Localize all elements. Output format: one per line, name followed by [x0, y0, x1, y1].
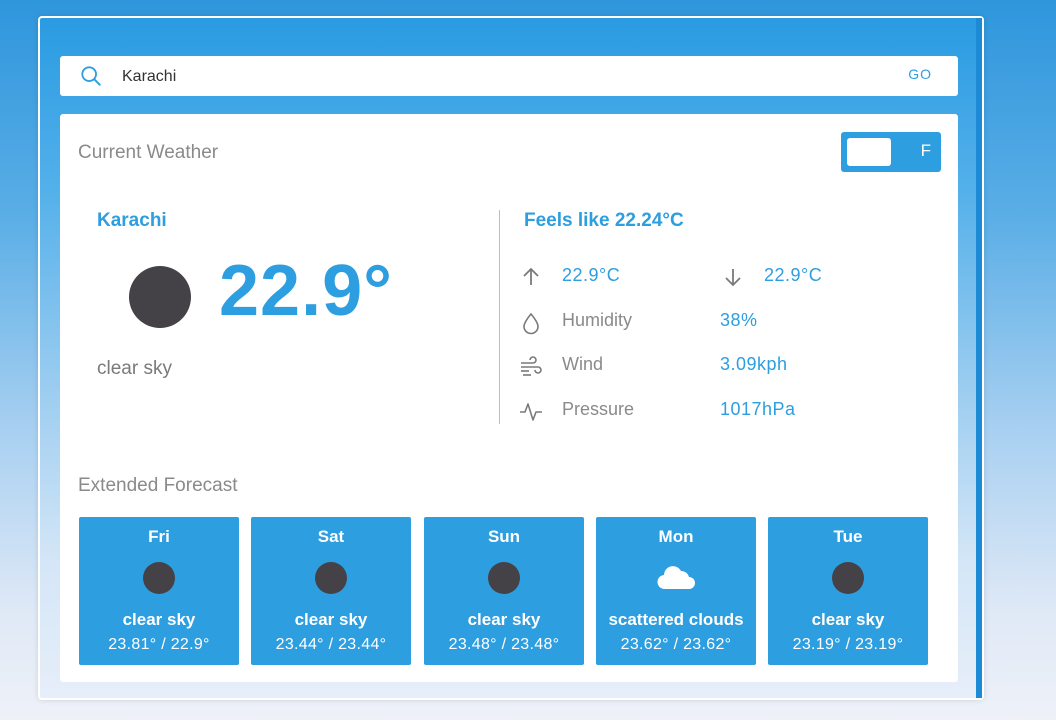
forecast-card-mon: Mon scattered clouds 23.62° / 23.62° — [596, 517, 756, 665]
forecast-temp-range: 23.81° / 22.9° — [108, 636, 210, 653]
pulse-icon — [520, 403, 542, 421]
humidity-label: Humidity — [562, 310, 633, 330]
current-weather-heading: Current Weather — [78, 142, 219, 163]
forecast-description: clear sky — [122, 610, 196, 629]
forecast-temp-range: 23.44° / 23.44° — [275, 636, 387, 653]
droplet-icon — [523, 312, 539, 335]
sun-icon — [488, 562, 520, 594]
weather-card: Current Weather F Karachi 22.9° clear sk… — [60, 114, 958, 682]
high-temp: 22.9°C — [562, 265, 621, 285]
humidity-value: 38% — [720, 310, 758, 330]
forecast-description: clear sky — [811, 610, 885, 629]
forecast-day: Fri — [148, 527, 170, 546]
arrow-up-icon — [523, 267, 539, 285]
pressure-label: Pressure — [562, 399, 635, 419]
city-name: Karachi — [97, 210, 167, 231]
forecast-card-tue: Tue clear sky 23.19° / 23.19° — [768, 517, 928, 665]
forecast-day: Tue — [833, 527, 863, 546]
city-search-input[interactable] — [120, 64, 884, 90]
sun-icon — [143, 562, 175, 594]
forecast-temp-range: 23.48° / 23.48° — [448, 636, 560, 653]
forecast-description: clear sky — [467, 610, 541, 629]
window-edge — [976, 18, 982, 698]
wind-value: 3.09kph — [720, 354, 788, 374]
forecast-day: Sun — [487, 527, 521, 546]
search-bar: GO — [60, 56, 958, 96]
forecast-temp-range: 23.62° / 23.62° — [620, 636, 732, 653]
feels-like: Feels like 22.24°C — [524, 210, 684, 231]
forecast-card-sun: Sun clear sky 23.48° / 23.48° — [424, 517, 584, 665]
forecast-day: Mon — [658, 527, 694, 546]
forecast-description: scattered clouds — [608, 610, 744, 629]
sun-icon — [832, 562, 864, 594]
divider — [499, 210, 500, 424]
forecast-day: Sat — [317, 527, 345, 546]
sun-icon — [129, 266, 191, 328]
forecast-card-fri: Fri clear sky 23.81° / 22.9° — [79, 517, 239, 665]
forecast-temp-range: 23.19° / 23.19° — [792, 636, 904, 653]
low-temp: 22.9°C — [764, 265, 823, 285]
cloud-icon — [657, 566, 695, 590]
weather-app-window: GO Current Weather F Karachi 22.9° clear… — [38, 16, 984, 700]
pressure-value: 1017hPa — [720, 399, 796, 419]
toggle-knob[interactable] — [847, 138, 891, 166]
forecast-card-sat: Sat clear sky 23.44° / 23.44° — [251, 517, 411, 665]
search-icon[interactable] — [80, 65, 102, 87]
go-button[interactable]: GO — [908, 66, 932, 82]
arrow-down-icon — [725, 269, 741, 287]
wind-icon — [521, 356, 542, 376]
current-temperature: 22.9° — [219, 251, 393, 331]
sun-icon — [315, 562, 347, 594]
wind-label: Wind — [562, 354, 604, 374]
extended-forecast-heading: Extended Forecast — [78, 475, 238, 496]
weather-description: clear sky — [97, 358, 172, 379]
unit-label: F — [920, 141, 931, 160]
forecast-description: clear sky — [294, 610, 368, 629]
unit-toggle[interactable]: F — [841, 132, 941, 172]
